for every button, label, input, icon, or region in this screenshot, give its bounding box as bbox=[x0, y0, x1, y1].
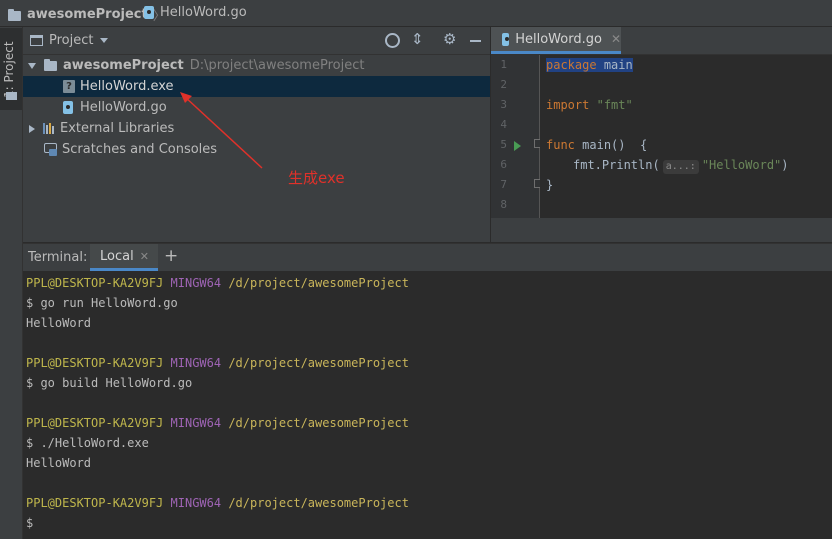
annotation-arrow bbox=[180, 92, 263, 169]
go-file-icon bbox=[502, 32, 510, 46]
terminal-tab-local[interactable]: Local ✕ bbox=[90, 244, 158, 271]
terminal-prompt: PPL@DESKTOP-KA2V9FJ MINGW64 /d/project/a… bbox=[26, 493, 409, 513]
code-line-6: fmt.Println(a...: "HelloWord") bbox=[573, 155, 789, 175]
chevron-down-icon bbox=[100, 38, 109, 43]
terminal-output[interactable]: PPL@DESKTOP-KA2V9FJ MINGW64 /d/project/a… bbox=[23, 271, 832, 539]
tree-root-path: D:\project\awesomeProject bbox=[189, 58, 365, 73]
hide-panel-icon[interactable] bbox=[470, 40, 481, 42]
tree-file-label: HelloWord.exe bbox=[80, 79, 174, 94]
prompt-path: /d/project/awesomeProject bbox=[228, 496, 409, 510]
close-icon[interactable]: ✕ bbox=[140, 250, 149, 263]
prompt-user: PPL@DESKTOP-KA2V9FJ bbox=[26, 416, 164, 430]
terminal-prompt: PPL@DESKTOP-KA2V9FJ MINGW64 /d/project/a… bbox=[26, 273, 409, 293]
tree-item-label: External Libraries bbox=[60, 121, 175, 136]
paren: ) bbox=[781, 158, 789, 172]
go-file-icon bbox=[63, 101, 73, 114]
terminal-header: Terminal: Local ✕ + bbox=[23, 243, 832, 272]
code-line-1: package main bbox=[546, 55, 633, 75]
editor-footer bbox=[491, 218, 832, 242]
breadcrumb-file-label: HelloWord.go bbox=[160, 5, 247, 20]
function-call: fmt.Println( bbox=[573, 158, 660, 172]
prompt-path: /d/project/awesomeProject bbox=[228, 416, 409, 430]
line-number: 1 bbox=[500, 58, 507, 71]
project-view-label: Project bbox=[49, 33, 94, 48]
tree-root-label: awesomeProject bbox=[63, 58, 184, 73]
string-literal: "fmt" bbox=[596, 98, 633, 112]
keyword: package bbox=[546, 58, 597, 72]
expand-arrow-icon bbox=[29, 124, 35, 133]
editor-tab-label: HelloWord.go bbox=[515, 31, 602, 47]
string-literal: "HelloWord" bbox=[701, 158, 782, 172]
terminal-output-line: HelloWord bbox=[26, 316, 92, 330]
code-line-7: } bbox=[546, 175, 553, 195]
prompt-host: MINGW64 bbox=[170, 416, 222, 430]
line-number: 6 bbox=[500, 158, 507, 171]
editor-tab-bar: HelloWord.go ✕ bbox=[491, 27, 832, 55]
line-number: 3 bbox=[500, 98, 507, 111]
keyword: import bbox=[546, 98, 590, 112]
annotation-label: 生成exe bbox=[288, 169, 345, 187]
editor-gutter: 1 2 3 4 5 6 7 8 bbox=[491, 55, 543, 218]
breadcrumb-file[interactable]: HelloWord.go bbox=[144, 5, 247, 20]
prompt-user: PPL@DESKTOP-KA2V9FJ bbox=[26, 356, 164, 370]
scratches-icon bbox=[44, 143, 58, 156]
line-number: 8 bbox=[500, 198, 507, 211]
project-view-selector[interactable]: Project bbox=[30, 33, 109, 48]
close-brace: } bbox=[546, 178, 554, 192]
collapse-all-icon[interactable]: ⇕ bbox=[411, 30, 424, 48]
expand-arrow-icon bbox=[28, 62, 36, 69]
package-name: main bbox=[603, 58, 633, 72]
editor-tab-helloword-go[interactable]: HelloWord.go ✕ bbox=[491, 27, 621, 54]
structure-tool-icon[interactable] bbox=[6, 92, 17, 100]
tree-root-awesomeproject[interactable]: awesomeProject D:\project\awesomeProject bbox=[23, 55, 490, 76]
breadcrumb-project[interactable]: awesomeProject 〉 bbox=[8, 5, 166, 24]
project-view-icon bbox=[30, 35, 43, 46]
prompt-host: MINGW64 bbox=[170, 276, 222, 290]
parameter-hint: a...: bbox=[662, 160, 699, 174]
prompt-user: PPL@DESKTOP-KA2V9FJ bbox=[26, 276, 164, 290]
code-line-3: import "fmt" bbox=[546, 95, 633, 115]
tree-file-label: HelloWord.go bbox=[80, 100, 167, 115]
line-number: 7 bbox=[500, 178, 507, 191]
terminal-command: $ ./HelloWord.exe bbox=[26, 436, 149, 450]
line-number: 2 bbox=[500, 78, 507, 91]
go-file-icon bbox=[144, 6, 154, 19]
line-number: 5 bbox=[500, 138, 507, 151]
breadcrumb-project-label: awesomeProject bbox=[27, 7, 148, 22]
terminal-command: $ go build HelloWord.go bbox=[26, 376, 193, 390]
terminal-command: $ bbox=[26, 516, 34, 530]
unknown-file-icon: ? bbox=[63, 80, 75, 93]
breadcrumb: awesomeProject 〉 HelloWord.go bbox=[0, 0, 832, 27]
terminal-title: Terminal: bbox=[28, 250, 88, 265]
prompt-path: /d/project/awesomeProject bbox=[228, 276, 409, 290]
libraries-icon bbox=[43, 123, 54, 134]
folder-icon bbox=[8, 8, 21, 21]
prompt-host: MINGW64 bbox=[170, 496, 222, 510]
prompt-user: PPL@DESKTOP-KA2V9FJ bbox=[26, 496, 164, 510]
folder-icon bbox=[44, 58, 57, 71]
line-number: 4 bbox=[500, 118, 507, 131]
terminal-output-line: HelloWord bbox=[26, 456, 92, 470]
terminal-tab-label: Local bbox=[100, 248, 134, 264]
code-editor[interactable]: package main import "fmt" func main() { … bbox=[540, 55, 832, 218]
terminal-prompt: PPL@DESKTOP-KA2V9FJ MINGW64 /d/project/a… bbox=[26, 413, 409, 433]
gear-icon[interactable]: ⚙ bbox=[443, 30, 456, 48]
locate-icon[interactable] bbox=[385, 33, 400, 48]
terminal-prompt: PPL@DESKTOP-KA2V9FJ MINGW64 /d/project/a… bbox=[26, 353, 409, 373]
prompt-host: MINGW64 bbox=[170, 356, 222, 370]
project-panel-header: Project ⇕ ⚙ bbox=[23, 27, 490, 55]
function-declaration: main() { bbox=[582, 138, 648, 152]
close-icon[interactable]: ✕ bbox=[611, 32, 621, 46]
prompt-path: /d/project/awesomeProject bbox=[228, 356, 409, 370]
new-terminal-button[interactable]: + bbox=[164, 246, 178, 266]
terminal-command: $ go run HelloWord.go bbox=[26, 296, 178, 310]
keyword: func bbox=[546, 138, 575, 152]
code-line-5: func main() { bbox=[546, 135, 647, 155]
run-icon[interactable] bbox=[514, 141, 521, 151]
